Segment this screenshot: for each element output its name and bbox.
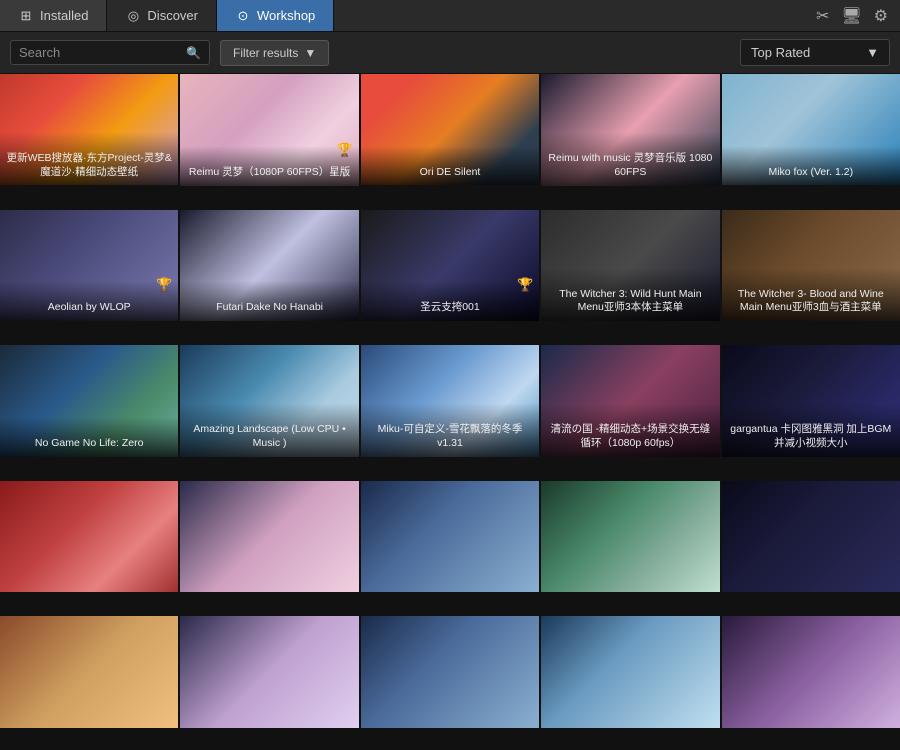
grid-item-15[interactable]: gargantua 卡冈图雅黑洞 加上BGM并减小视频大小: [722, 345, 900, 456]
grid-item-13[interactable]: Miku-可自定义-雪花飘落的冬季 v1.31: [361, 345, 539, 456]
grid-item-5[interactable]: Miko fox (Ver. 1.2): [722, 74, 900, 185]
grid-item-11[interactable]: No Game No Life: Zero: [0, 345, 178, 456]
grid-item-20[interactable]: [722, 481, 900, 592]
wallpaper-grid: 更新WEB搜放器·东方Project-灵梦&魔道沙·精细动态壁纸🏆Reimu 灵…: [0, 74, 900, 750]
grid-item-12[interactable]: Amazing Landscape (Low CPU • Music ): [180, 345, 358, 457]
grid-item-23[interactable]: [361, 616, 539, 727]
grid-item-9[interactable]: The Witcher 3: Wild Hunt Main Menu亚师3本体主…: [541, 210, 719, 322]
search-input[interactable]: [19, 45, 180, 60]
grid-item-19[interactable]: [541, 481, 719, 593]
grid-item-8[interactable]: 🏆圣云支挎001: [361, 210, 539, 321]
grid-item-25[interactable]: [722, 616, 900, 727]
grid-item-10[interactable]: The Witcher 3- Blood and Wine Main Menu亚…: [722, 210, 900, 321]
nav-tabs: ⊞ Installed ◎ Discover ⊙ Workshop: [0, 0, 334, 31]
sort-label: Top Rated: [751, 45, 810, 60]
grid-item-7[interactable]: Futari Dake No Hanabi: [180, 210, 358, 322]
filter-icon: ▼: [304, 46, 316, 60]
grid-item-24[interactable]: [541, 616, 719, 728]
grid-item-16[interactable]: [0, 481, 178, 592]
workshop-icon: ⊙: [235, 8, 251, 24]
nav-icons: ✂ 🖥 ⚙: [816, 6, 900, 26]
grid-item-1[interactable]: 更新WEB搜放器·东方Project-灵梦&魔道沙·精细动态壁纸: [0, 74, 178, 185]
grid-item-6[interactable]: 🏆Aeolian by WLOP: [0, 210, 178, 321]
grid-item-3[interactable]: Ori DE Silent: [361, 74, 539, 185]
tab-workshop[interactable]: ⊙ Workshop: [217, 0, 334, 31]
sort-dropdown[interactable]: Top Rated ▼: [740, 39, 890, 66]
tools-icon[interactable]: ✂: [816, 6, 829, 26]
settings-icon[interactable]: ⚙: [874, 6, 888, 26]
installed-icon: ⊞: [18, 8, 34, 24]
display-icon[interactable]: 🖥: [841, 6, 861, 26]
search-box[interactable]: 🔍: [10, 40, 210, 65]
tab-discover[interactable]: ◎ Discover: [107, 0, 217, 31]
tab-installed-label: Installed: [40, 8, 88, 23]
grid-item-14[interactable]: 清流の国 -精细动态+场景交换无缝循环（1080p 60fps）: [541, 345, 719, 457]
grid-item-18[interactable]: [361, 481, 539, 592]
filter-label: Filter results: [233, 46, 298, 60]
tab-workshop-label: Workshop: [257, 8, 315, 23]
tab-installed[interactable]: ⊞ Installed: [0, 0, 107, 31]
grid-item-22[interactable]: [180, 616, 358, 728]
search-icon: 🔍: [186, 46, 201, 60]
grid-item-21[interactable]: [0, 616, 178, 727]
grid-item-4[interactable]: Reimu with music 灵梦音乐版 1080 60FPS: [541, 74, 719, 186]
nav-bar: ⊞ Installed ◎ Discover ⊙ Workshop ✂ 🖥 ⚙: [0, 0, 900, 32]
grid-item-17[interactable]: [180, 481, 358, 593]
discover-icon: ◎: [125, 8, 141, 24]
sort-arrow-icon: ▼: [866, 45, 879, 60]
filter-button[interactable]: Filter results ▼: [220, 40, 329, 66]
grid-item-2[interactable]: 🏆Reimu 灵梦（1080P 60FPS）星版: [180, 74, 358, 186]
toolbar: 🔍 Filter results ▼ Top Rated ▼: [0, 32, 900, 74]
tab-discover-label: Discover: [147, 8, 198, 23]
